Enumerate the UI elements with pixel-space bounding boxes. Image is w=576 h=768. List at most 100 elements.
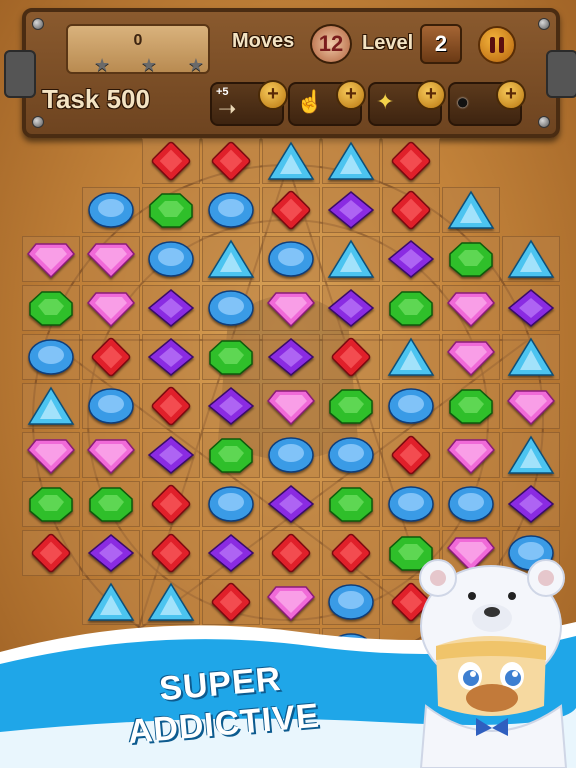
blue-triangle-gem[interactable] xyxy=(202,236,260,282)
top-panel: 0 ★ ★ ★ Moves 12 Level 2 Task 500 +5 ➝ +… xyxy=(4,8,576,138)
green-octagon-gem[interactable] xyxy=(22,285,80,331)
red-square-gem[interactable] xyxy=(382,187,440,233)
purple-diamond-gem[interactable] xyxy=(142,334,200,380)
blue-triangle-gem[interactable] xyxy=(322,236,380,282)
green-octagon-gem[interactable] xyxy=(322,383,380,429)
blue-round-gem[interactable] xyxy=(382,383,440,429)
purple-diamond-gem[interactable] xyxy=(502,481,560,527)
blue-triangle-gem[interactable] xyxy=(502,432,560,478)
pink-diamond-gem[interactable] xyxy=(262,285,320,331)
pink-diamond-gem[interactable] xyxy=(442,432,500,478)
star-icon: ★ xyxy=(94,55,111,75)
purple-diamond-gem[interactable] xyxy=(382,236,440,282)
blue-round-gem[interactable] xyxy=(202,187,260,233)
purple-diamond-gem[interactable] xyxy=(202,383,260,429)
red-square-gem[interactable] xyxy=(322,334,380,380)
add-booster-button[interactable]: + xyxy=(258,80,288,110)
pink-diamond-gem[interactable] xyxy=(442,334,500,380)
red-square-gem[interactable] xyxy=(262,187,320,233)
arrow-icon: ➝ xyxy=(218,96,237,121)
red-square-gem[interactable] xyxy=(142,530,200,576)
pink-diamond-gem[interactable] xyxy=(82,236,140,282)
purple-diamond-gem[interactable] xyxy=(202,530,260,576)
booster-hand[interactable]: ☝ + xyxy=(288,80,366,126)
moves-label: Moves xyxy=(232,30,295,52)
blue-round-gem[interactable] xyxy=(82,187,140,233)
blue-round-gem[interactable] xyxy=(202,285,260,331)
bolt xyxy=(32,116,44,128)
green-octagon-gem[interactable] xyxy=(322,481,380,527)
red-square-gem[interactable] xyxy=(142,383,200,429)
blue-triangle-gem[interactable] xyxy=(262,138,320,184)
pause-icon xyxy=(499,37,504,53)
blue-round-gem[interactable] xyxy=(382,481,440,527)
score-scroll: 0 ★ ★ ★ xyxy=(66,24,210,74)
green-octagon-gem[interactable] xyxy=(82,481,140,527)
purple-diamond-gem[interactable] xyxy=(142,432,200,478)
purple-diamond-gem[interactable] xyxy=(142,285,200,331)
pink-diamond-gem[interactable] xyxy=(262,383,320,429)
purple-diamond-gem[interactable] xyxy=(82,530,140,576)
purple-diamond-gem[interactable] xyxy=(262,334,320,380)
red-square-gem[interactable] xyxy=(322,530,380,576)
blue-triangle-gem[interactable] xyxy=(502,334,560,380)
hand-icon: ☝ xyxy=(296,89,324,114)
red-square-gem[interactable] xyxy=(82,334,140,380)
blue-round-gem[interactable] xyxy=(142,236,200,282)
blue-round-gem[interactable] xyxy=(262,236,320,282)
red-square-gem[interactable] xyxy=(382,138,440,184)
pause-button[interactable] xyxy=(478,26,516,64)
red-square-gem[interactable] xyxy=(202,138,260,184)
green-octagon-gem[interactable] xyxy=(382,285,440,331)
add-booster-button[interactable]: + xyxy=(336,80,366,110)
red-square-gem[interactable] xyxy=(142,138,200,184)
blue-triangle-gem[interactable] xyxy=(22,383,80,429)
blue-round-gem[interactable] xyxy=(22,334,80,380)
blue-round-gem[interactable] xyxy=(262,432,320,478)
level-counter: 2 xyxy=(420,24,462,64)
wand-icon: ✦ xyxy=(376,89,395,114)
blue-round-gem[interactable] xyxy=(202,481,260,527)
pink-diamond-gem[interactable] xyxy=(82,432,140,478)
red-square-gem[interactable] xyxy=(382,432,440,478)
add-booster-button[interactable]: + xyxy=(416,80,446,110)
purple-diamond-gem[interactable] xyxy=(262,481,320,527)
bolt xyxy=(538,18,550,30)
purple-diamond-gem[interactable] xyxy=(322,285,380,331)
green-octagon-gem[interactable] xyxy=(202,334,260,380)
blue-triangle-gem[interactable] xyxy=(502,236,560,282)
pink-diamond-gem[interactable] xyxy=(22,432,80,478)
purple-diamond-gem[interactable] xyxy=(322,187,380,233)
pink-diamond-gem[interactable] xyxy=(22,236,80,282)
blue-round-gem[interactable] xyxy=(442,481,500,527)
pink-diamond-gem[interactable] xyxy=(82,285,140,331)
pink-diamond-gem[interactable] xyxy=(502,383,560,429)
blue-triangle-gem[interactable] xyxy=(442,187,500,233)
blue-round-gem[interactable] xyxy=(82,383,140,429)
add-booster-button[interactable]: + xyxy=(496,80,526,110)
blue-round-gem[interactable] xyxy=(322,432,380,478)
right-hinge xyxy=(546,50,576,98)
booster-magic-wand[interactable]: ✦ + xyxy=(368,80,446,126)
green-octagon-gem[interactable] xyxy=(442,383,500,429)
bolt xyxy=(32,18,44,30)
green-octagon-gem[interactable] xyxy=(142,187,200,233)
pause-icon xyxy=(490,37,495,53)
purple-diamond-gem[interactable] xyxy=(502,285,560,331)
blue-triangle-gem[interactable] xyxy=(382,334,440,380)
green-octagon-gem[interactable] xyxy=(22,481,80,527)
bomb-icon: ● xyxy=(456,89,470,114)
pink-diamond-gem[interactable] xyxy=(442,285,500,331)
green-octagon-gem[interactable] xyxy=(442,236,500,282)
green-octagon-gem[interactable] xyxy=(202,432,260,478)
mascot-character xyxy=(419,559,568,768)
red-square-gem[interactable] xyxy=(142,481,200,527)
red-square-gem[interactable] xyxy=(262,530,320,576)
left-hinge xyxy=(4,50,36,98)
booster-bomb[interactable]: ● + xyxy=(448,80,526,126)
booster-extra-moves[interactable]: +5 ➝ + xyxy=(210,80,288,126)
red-square-gem[interactable] xyxy=(22,530,80,576)
blue-triangle-gem[interactable] xyxy=(322,138,380,184)
task-value: 500 xyxy=(106,84,150,114)
game-board xyxy=(22,138,562,674)
